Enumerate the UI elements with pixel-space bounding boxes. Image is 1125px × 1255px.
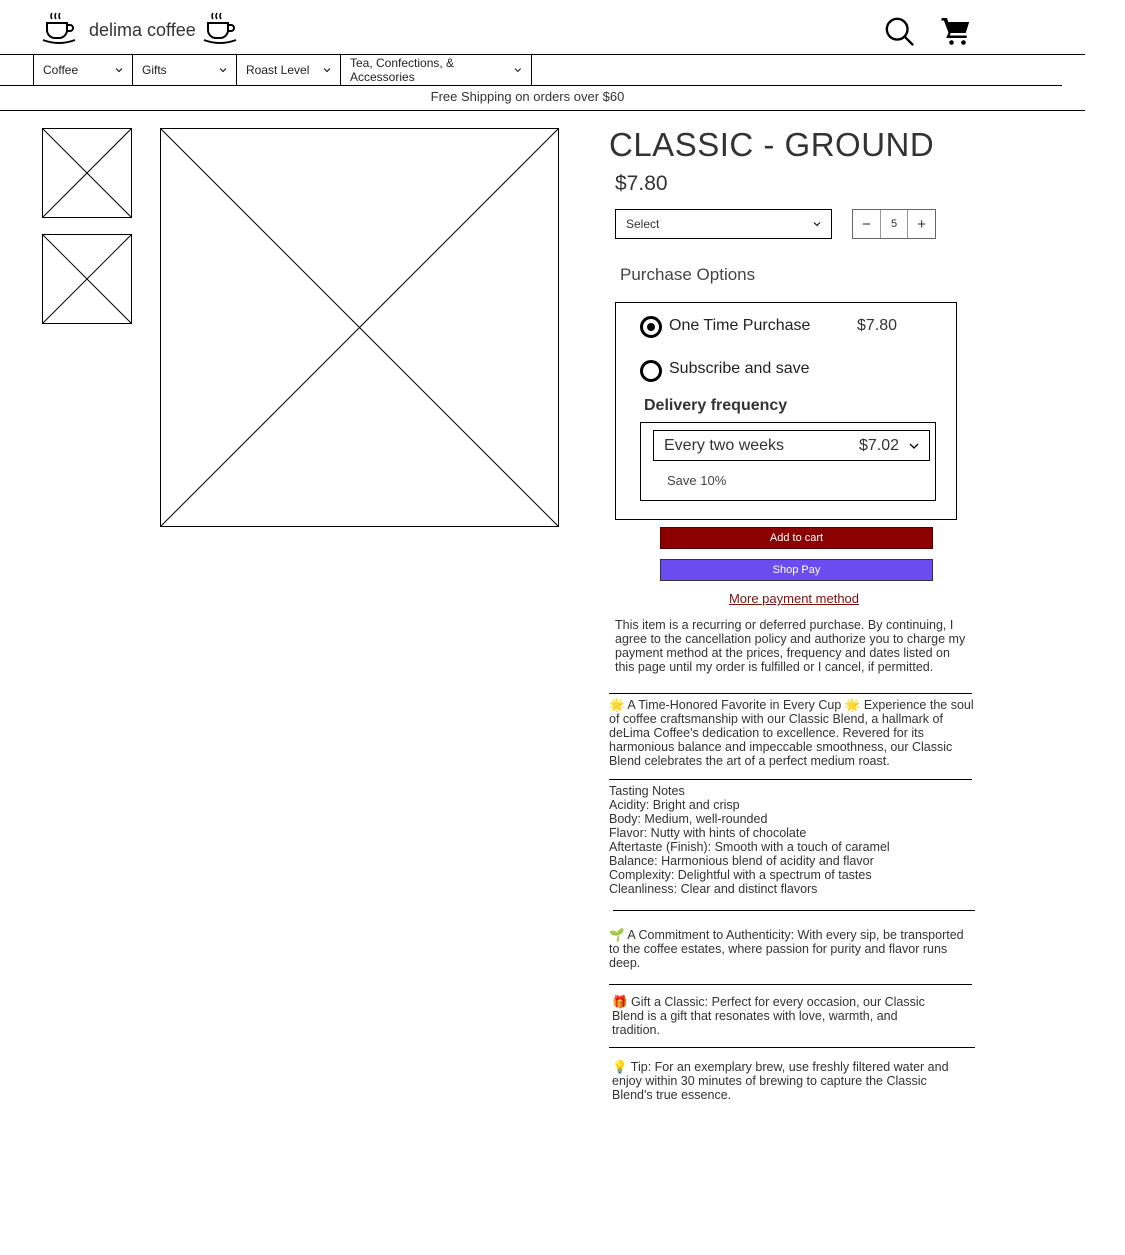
nav-item-label: Gifts: [142, 63, 167, 77]
cart-icon[interactable]: [940, 16, 975, 50]
chevron-down-icon: [909, 443, 919, 449]
chevron-down-icon: [813, 222, 821, 227]
add-to-cart-button[interactable]: Add to cart: [660, 527, 933, 549]
one-time-price: $7.80: [857, 317, 898, 334]
shop-pay-button[interactable]: Shop Pay: [660, 559, 933, 581]
tasting-note: Complexity: Delightful with a spectrum o…: [609, 868, 872, 882]
nav-item-gifts[interactable]: Gifts: [133, 55, 237, 85]
product-title: CLASSIC - GROUND: [609, 126, 935, 163]
product-price: $7.80: [615, 172, 668, 195]
promo-banner: Free Shipping on orders over $60: [430, 89, 625, 104]
variant-select[interactable]: Select: [615, 209, 832, 239]
delivery-frequency-label: Delivery frequency: [644, 397, 788, 414]
product-main-image: [160, 128, 559, 527]
chevron-down-icon: [115, 68, 123, 73]
nav-item-label: Roast Level: [246, 63, 310, 77]
qty-input[interactable]: 5: [881, 210, 909, 238]
tasting-note: Balance: Harmonious blend of acidity and…: [609, 854, 874, 868]
frequency-value: Every two weeks: [664, 436, 785, 454]
more-payment-link[interactable]: More payment method: [660, 591, 928, 606]
tip-text: 💡 Tip: For an exemplary brew, use freshl…: [612, 1060, 949, 1102]
divider: [609, 1047, 975, 1048]
tasting-note: Cleanliness: Clear and distinct flavors: [609, 882, 818, 896]
qty-decrease-button[interactable]: −: [853, 210, 881, 238]
chevron-down-icon: [514, 68, 522, 73]
brand-name[interactable]: delima coffee: [89, 20, 196, 41]
delivery-frequency-select[interactable]: Every two weeks $7.02: [653, 430, 930, 461]
tasting-note: Aftertaste (Finish): Smooth with a touch…: [609, 840, 890, 854]
tasting-note: Body: Medium, well-rounded: [609, 812, 768, 826]
thumbnail-image[interactable]: [42, 128, 132, 218]
authenticity-text: 🌱 A Commitment to Authenticity: With eve…: [609, 928, 964, 970]
save-percent: Save 10%: [667, 473, 727, 488]
frequency-price: $7.02: [858, 436, 899, 454]
quantity-stepper: − 5 +: [852, 209, 936, 239]
nav-item-label: Tea, Confections, & Accessories: [350, 56, 455, 84]
divider: [613, 910, 975, 911]
tasting-notes-heading: Tasting Notes: [609, 784, 685, 798]
nav-item-label: Coffee: [43, 63, 79, 77]
coffee-cup-icon[interactable]: [42, 10, 76, 44]
purchase-options-label: Purchase Options: [620, 265, 756, 284]
qty-increase-button[interactable]: +: [908, 210, 935, 238]
coffee-cup-icon[interactable]: [203, 10, 237, 44]
nav-item-tea-confections[interactable]: Tea, Confections, & Accessories: [341, 55, 531, 85]
divider: [609, 693, 972, 694]
one-time-label[interactable]: One Time Purchase: [669, 317, 810, 335]
variant-select-value: Select: [626, 217, 660, 231]
nav-item-roast-level[interactable]: Roast Level: [237, 55, 341, 85]
policy-text: This item is a recurring or deferred pur…: [615, 618, 966, 674]
gift-text: 🎁 Gift a Classic: Perfect for every occa…: [612, 995, 925, 1037]
tasting-notes: Tasting Notes Acidity: Bright and crisp …: [609, 784, 975, 896]
radio-selected-dot: [647, 323, 655, 331]
chevron-down-icon: [323, 68, 331, 73]
subscribe-radio[interactable]: [640, 360, 662, 382]
main-nav: Coffee Gifts Roast Level Tea, Confection…: [33, 55, 532, 86]
promo-divider: [0, 110, 1085, 111]
description-intro: 🌟 A Time-Honored Favorite in Every Cup 🌟…: [609, 698, 974, 768]
divider: [609, 779, 972, 780]
chevron-down-icon: [219, 68, 227, 73]
tasting-note: Flavor: Nutty with hints of chocolate: [609, 826, 807, 840]
one-time-radio[interactable]: [640, 316, 662, 338]
divider: [609, 984, 972, 985]
nav-item-coffee[interactable]: Coffee: [34, 55, 133, 85]
search-icon[interactable]: [884, 16, 918, 50]
tasting-note: Acidity: Bright and crisp: [609, 798, 740, 812]
subscribe-label[interactable]: Subscribe and save: [669, 360, 810, 378]
thumbnail-image[interactable]: [42, 234, 132, 324]
nav-divider: [0, 85, 1062, 86]
